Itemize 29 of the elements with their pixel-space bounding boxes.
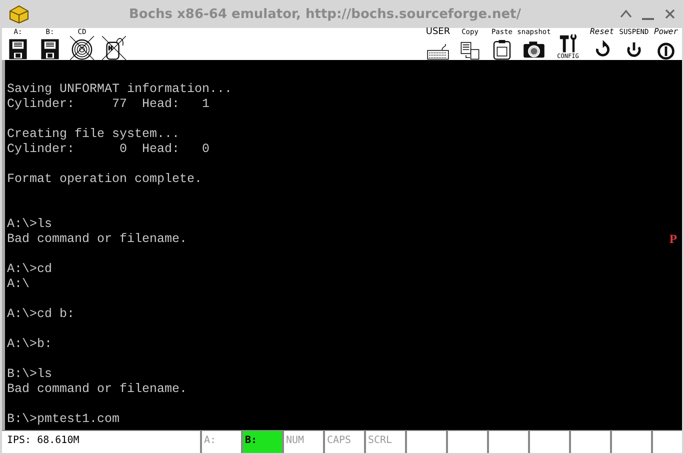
ips-readout: IPS: 68.610M: [2, 431, 202, 453]
console-line: A:\>ls: [7, 217, 52, 232]
maximize-icon: [620, 8, 632, 20]
console-line: B:\>pmtest1.com: [7, 412, 120, 427]
keyboard-button[interactable]: USER: [423, 28, 453, 60]
console-line: B:\>ls: [7, 367, 52, 382]
window-title: Bochs x86-64 emulator, http://bochs.sourceforge.net/: [128, 6, 522, 22]
console-line: A:\>cd: [7, 262, 52, 277]
power-button[interactable]: Power: [651, 28, 681, 60]
console-line: A:\>b:: [7, 337, 52, 352]
console-line: A:\: [7, 277, 30, 292]
status-indicator: NUM: [284, 431, 325, 453]
tools-icon: [557, 31, 579, 53]
status-indicator: SCRL: [366, 431, 407, 453]
console-line: Bad command or filename.: [7, 232, 188, 247]
console-line: Creating file system...: [7, 127, 180, 142]
box-icon: [8, 4, 30, 24]
console-line: Cylinder: 0 Head: 0: [7, 142, 210, 157]
console-line: Bad command or filename.: [7, 382, 188, 397]
status-indicator: CAPS: [325, 431, 366, 453]
console-line: Format operation complete.: [7, 172, 202, 187]
reset-button[interactable]: Reset: [587, 28, 617, 60]
console-line: A:\>cd b:: [7, 307, 75, 322]
minimize-icon: [642, 18, 654, 20]
status-marker: P: [669, 232, 677, 247]
console-line: Cylinder: 77 Head: 1: [7, 97, 210, 112]
status-indicator: B:: [243, 431, 284, 453]
console-line: Saving UNFORMAT information...: [7, 82, 232, 97]
close-icon: [664, 8, 676, 20]
